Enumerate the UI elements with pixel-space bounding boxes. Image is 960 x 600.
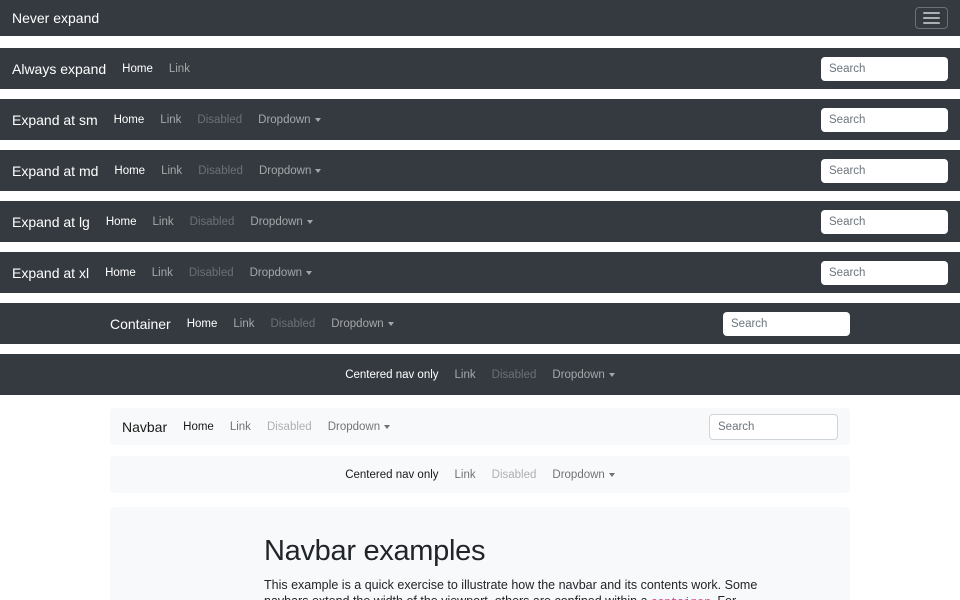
nav-link-home[interactable]: Home (179, 318, 226, 330)
nav-link-disabled: Disabled (181, 267, 242, 279)
search-input[interactable] (821, 159, 948, 183)
navbar-expand-md: Expand at md Home Link Disabled Dropdown (0, 150, 960, 191)
navbar-container: Container Home Link Disabled Dropdown (0, 303, 960, 344)
jumbotron: Navbar examples This example is a quick … (110, 507, 850, 600)
hamburger-icon (923, 12, 940, 24)
intro-paragraph: This example is a quick exercise to illu… (264, 577, 696, 600)
search-input[interactable] (723, 312, 850, 336)
dropdown-caret-icon (609, 373, 615, 377)
brand-expand-md[interactable]: Expand at md (12, 163, 98, 179)
brand-expand-lg[interactable]: Expand at lg (12, 214, 90, 230)
nav-dropdown-toggle[interactable]: Dropdown (242, 267, 320, 279)
brand-expand-sm[interactable]: Expand at sm (12, 112, 98, 128)
intro-line-2: navbars extend the width of the viewport… (264, 593, 696, 600)
nav-link-link[interactable]: Link (152, 114, 189, 126)
nav-link-link[interactable]: Link (225, 318, 262, 330)
navbar-expand-lg: Expand at lg Home Link Disabled Dropdown (0, 201, 960, 242)
nav-link-home[interactable]: Home (114, 63, 161, 75)
nav-link-disabled: Disabled (190, 165, 251, 177)
search-input[interactable] (821, 57, 948, 81)
navbar-always-expand: Always expand Home Link (0, 48, 960, 89)
nav-link-home[interactable]: Home (106, 114, 153, 126)
nav-link-centered-active[interactable]: Centered nav only (337, 369, 446, 381)
navbar-never-expand: Never expand (0, 0, 960, 36)
intro-line-1: This example is a quick exercise to illu… (264, 577, 696, 593)
search-input[interactable] (709, 414, 838, 440)
nav-link-link[interactable]: Link (447, 469, 484, 481)
dropdown-caret-icon (307, 220, 313, 224)
nav-dropdown-toggle[interactable]: Dropdown (320, 421, 398, 433)
nav-dropdown-toggle[interactable]: Dropdown (323, 318, 401, 330)
nav-dropdown-toggle[interactable]: Dropdown (242, 216, 320, 228)
brand-navbar[interactable]: Navbar (122, 419, 167, 435)
nav-link-link[interactable]: Link (447, 369, 484, 381)
navbar-centered-dark: Centered nav only Link Disabled Dropdown (0, 354, 960, 395)
search-input[interactable] (821, 261, 948, 285)
nav-link-link[interactable]: Link (144, 267, 181, 279)
nav-dropdown-toggle[interactable]: Dropdown (544, 369, 622, 381)
dropdown-caret-icon (384, 425, 390, 429)
nav-link-home[interactable]: Home (98, 216, 145, 228)
brand-expand-xl[interactable]: Expand at xl (12, 265, 89, 281)
dropdown-caret-icon (388, 322, 394, 326)
nav-link-disabled: Disabled (182, 216, 243, 228)
dropdown-caret-icon (315, 118, 321, 122)
navbar-toggler-button[interactable] (915, 7, 948, 29)
nav-dropdown-toggle[interactable]: Dropdown (251, 165, 329, 177)
nav-link-disabled: Disabled (484, 469, 545, 481)
page-title: Navbar examples (264, 535, 696, 568)
nav-link-home[interactable]: Home (175, 421, 222, 433)
dropdown-caret-icon (306, 271, 312, 275)
nav-link-home[interactable]: Home (106, 165, 153, 177)
navbar-expand-sm: Expand at sm Home Link Disabled Dropdown (0, 99, 960, 140)
nav-link-disabled: Disabled (259, 421, 320, 433)
dropdown-caret-icon (315, 169, 321, 173)
nav-link-disabled: Disabled (263, 318, 324, 330)
dropdown-caret-icon (609, 473, 615, 477)
brand-always-expand[interactable]: Always expand (12, 61, 106, 77)
navbar-expand-xl: Expand at xl Home Link Disabled Dropdown (0, 252, 960, 293)
navbar-inner-container: Container Home Link Disabled Dropdown (110, 312, 850, 336)
nav-link-centered-active[interactable]: Centered nav only (337, 469, 446, 481)
nav-dropdown-toggle[interactable]: Dropdown (250, 114, 328, 126)
navbar-centered-light: Centered nav only Link Disabled Dropdown (110, 456, 850, 493)
nav-link-home[interactable]: Home (97, 267, 144, 279)
nav-link-disabled: Disabled (484, 369, 545, 381)
nav-link-link[interactable]: Link (222, 421, 259, 433)
search-input[interactable] (821, 210, 948, 234)
navbar-light: Navbar Home Link Disabled Dropdown (110, 408, 850, 445)
brand-never-expand[interactable]: Never expand (12, 10, 99, 26)
nav-link-link[interactable]: Link (161, 63, 198, 75)
nav-link-disabled: Disabled (189, 114, 250, 126)
search-input[interactable] (821, 108, 948, 132)
nav-link-link[interactable]: Link (145, 216, 182, 228)
nav-dropdown-toggle[interactable]: Dropdown (544, 469, 622, 481)
nav-link-link[interactable]: Link (153, 165, 190, 177)
brand-container[interactable]: Container (110, 316, 171, 332)
jumbotron-content: Navbar examples This example is a quick … (264, 535, 696, 600)
